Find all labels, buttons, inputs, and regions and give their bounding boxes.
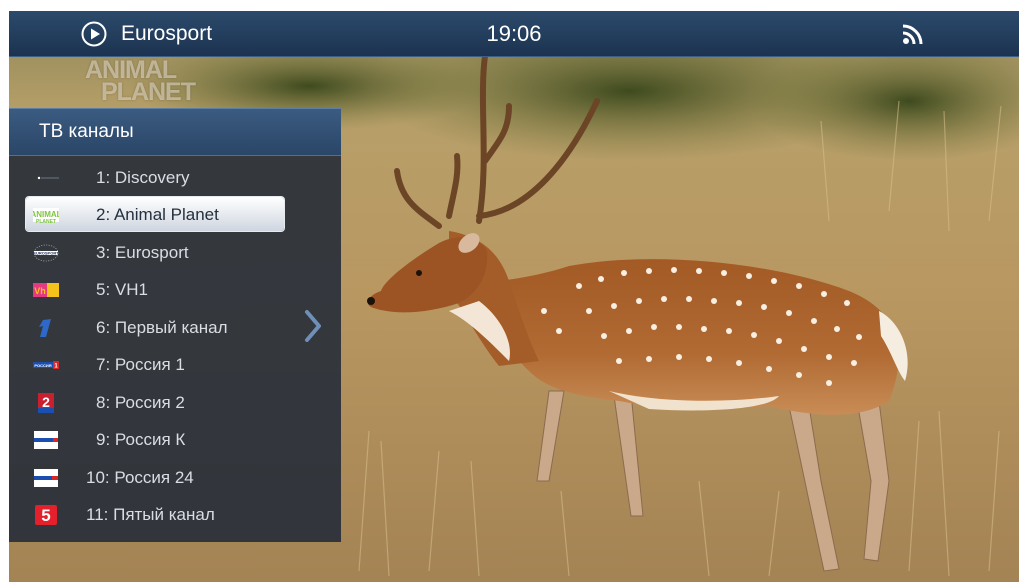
channel-label: 7: Россия 1 [96, 355, 185, 374]
channel-row-rossiya-k[interactable]: 9: Россия К [26, 422, 284, 456]
channel-row-rossiya-24[interactable]: 10: Россия 24 [26, 460, 284, 494]
eurosport-logo-icon: EUROSPORT [33, 244, 59, 262]
channel-list-panel: ТВ каналы 1: Discovery ANIMAL PLANET 2: … [9, 108, 341, 542]
channel-row-pyatiy-kanal[interactable]: 5 11: Пятый канал [26, 497, 284, 531]
channel-row-vh1[interactable]: Vh 5: VH1 [26, 272, 284, 306]
channel-label: 3: Eurosport [96, 243, 189, 262]
svg-text:5: 5 [41, 506, 50, 525]
rossiya-2-logo-icon: 2 [38, 393, 54, 413]
perviy-kanal-logo-icon [39, 319, 51, 337]
channel-row-animal-planet[interactable]: ANIMAL PLANET 2: Animal Planet [26, 197, 284, 231]
channel-label: 10: Россия 24 [86, 468, 194, 487]
rossiya-1-logo-icon: РОССИЯ 1 [33, 361, 59, 370]
panel-title: ТВ каналы [39, 121, 134, 142]
rossiya-24-logo-icon [34, 469, 58, 487]
channel-label: 9: Россия К [96, 430, 186, 449]
svg-text:ANIMAL: ANIMAL [33, 210, 59, 219]
channel-label: 2: Animal Planet [96, 205, 219, 224]
svg-text:PLANET: PLANET [36, 219, 56, 225]
svg-text:2: 2 [42, 394, 50, 410]
pyatiy-kanal-logo-icon: 5 [35, 505, 57, 525]
channel-label: 6: Первый канал [96, 318, 228, 337]
channel-label: 8: Россия 2 [96, 393, 185, 412]
clock: 19:06 [486, 21, 542, 46]
channel-row-eurosport[interactable]: EUROSPORT 3: Eurosport [26, 235, 284, 269]
channel-row-perviy-kanal[interactable]: 6: Первый канал [26, 310, 284, 344]
chevron-right-icon[interactable] [303, 309, 323, 343]
watermark-line-2: PLANET [101, 78, 196, 106]
svg-text:EUROSPORT: EUROSPORT [33, 251, 59, 256]
status-bar: Eurosport 19:06 [9, 11, 1019, 57]
panel-header: ТВ каналы [9, 109, 341, 156]
discovery-logo-icon [37, 176, 59, 180]
channel-row-rossiya-2[interactable]: 2 8: Россия 2 [26, 385, 284, 419]
rossiya-k-logo-icon [34, 431, 58, 449]
channel-watermark-logo: ANIMAL PLANET [85, 58, 196, 106]
tv-player-screen: ANIMAL PLANET Eurosport 19:06 ТВ каналы [9, 11, 1019, 582]
channel-label: 5: VH1 [96, 280, 148, 299]
channel-row-rossiya-1[interactable]: РОССИЯ 1 7: Россия 1 [26, 347, 284, 381]
svg-text:Vh: Vh [34, 286, 46, 296]
channel-label: 1: Discovery [96, 168, 190, 187]
animal-planet-logo-icon: ANIMAL PLANET [33, 208, 59, 225]
channel-label: 11: Пятый канал [86, 505, 215, 524]
svg-text:РОССИЯ: РОССИЯ [34, 363, 51, 368]
channel-row-discovery[interactable]: 1: Discovery [26, 160, 284, 194]
vh1-logo-icon: Vh [33, 283, 59, 297]
rss-icon[interactable] [902, 23, 924, 45]
